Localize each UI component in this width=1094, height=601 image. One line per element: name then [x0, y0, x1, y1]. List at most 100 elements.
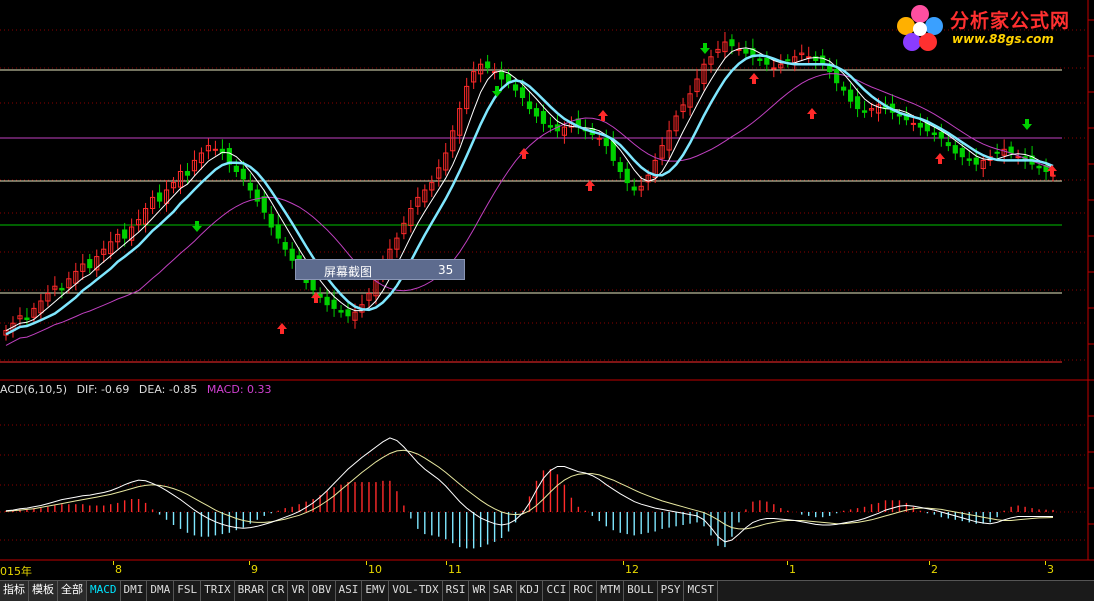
candle-body — [764, 57, 770, 65]
screenshot-tooltip: 屏幕截图 35 — [295, 259, 465, 280]
candle-body — [757, 58, 763, 62]
tab-boll[interactable]: BOLL — [624, 581, 658, 601]
buy-arrow-icon — [807, 108, 817, 119]
tab-kdj[interactable]: KDJ — [517, 581, 544, 601]
candle-body — [485, 61, 491, 69]
x-tick — [929, 561, 930, 565]
tab-sar[interactable]: SAR — [490, 581, 517, 601]
candle-body — [275, 224, 281, 239]
candle-body — [156, 192, 163, 202]
tab-cr[interactable]: CR — [268, 581, 289, 601]
macd-value: MACD: 0.33 — [206, 383, 272, 396]
candle-body — [519, 87, 526, 98]
tab-roc[interactable]: ROC — [570, 581, 598, 601]
candle-body — [1008, 146, 1014, 154]
chart-stage: 分析家公式网 www.88gs.com 屏幕截图 35 ACD(6,10,5) … — [0, 0, 1094, 601]
tab-template[interactable]: 模板 — [29, 581, 58, 601]
site-logo: 分析家公式网 www.88gs.com — [892, 2, 1092, 54]
candle-body — [771, 67, 777, 70]
candle-body — [917, 122, 923, 128]
tab-psy[interactable]: PSY — [658, 581, 685, 601]
x-tick-label: 10 — [368, 563, 382, 576]
tab-dma[interactable]: DMA — [147, 581, 175, 601]
candle-body — [743, 48, 749, 54]
tab-emv[interactable]: EMV — [362, 581, 390, 601]
candle-body — [596, 137, 602, 140]
tab-cci[interactable]: CCI — [543, 581, 571, 601]
tab-asi[interactable]: ASI — [336, 581, 363, 601]
x-tick-label: 12 — [625, 563, 639, 576]
candle-body — [785, 59, 791, 62]
ma-fast-line — [5, 47, 1054, 332]
x-tick — [366, 561, 367, 565]
tab-fsl[interactable]: FSL — [174, 581, 202, 601]
candle-body — [59, 287, 65, 291]
macd-dif: DIF: -0.69 — [76, 383, 130, 396]
x-tick-label: 11 — [448, 563, 462, 576]
tab-mtm[interactable]: MTM — [597, 581, 625, 601]
tooltip-value: 35 — [438, 263, 454, 277]
candle-body — [498, 71, 505, 80]
candle-body — [966, 158, 972, 161]
candle-body — [945, 142, 951, 147]
dea-line — [5, 449, 1054, 530]
candle-body — [247, 182, 253, 191]
macd-header: ACD(6,10,5) DIF: -0.69 DEA: -0.85 MACD: … — [0, 383, 278, 396]
tab-wr[interactable]: WR — [469, 581, 490, 601]
candle-body — [931, 132, 937, 136]
x-tick-label: 9 — [251, 563, 258, 576]
candle-body — [289, 248, 295, 261]
candle-body — [624, 168, 630, 184]
candle-body — [512, 84, 519, 91]
candle-body — [896, 114, 903, 117]
buy-arrow-icon — [935, 153, 945, 164]
candle-body — [861, 110, 868, 113]
candle-body — [526, 101, 533, 110]
x-tick-label: 1 — [789, 563, 796, 576]
candle-body — [240, 168, 246, 180]
tab-all[interactable]: 全部 — [58, 581, 87, 601]
x-tick — [1045, 561, 1046, 565]
sell-arrow-icon — [700, 43, 710, 54]
sell-arrow-icon — [192, 221, 202, 232]
indicator-tab-bar: 指标 模板 全部 MACD DMI DMA FSL TRIX BRAR CR VR OBV ASI EMV… — [0, 580, 1094, 601]
candle-body — [540, 111, 547, 124]
tab-macd[interactable]: MACD — [87, 581, 121, 601]
tab-mcst[interactable]: MCST — [684, 581, 718, 601]
tab-trix[interactable]: TRIX — [201, 581, 235, 601]
tab-dmi[interactable]: DMI — [121, 581, 148, 601]
candle-body — [87, 259, 93, 269]
buy-arrow-icon — [311, 292, 321, 303]
x-tick-label: 2 — [931, 563, 938, 576]
candle-body — [848, 89, 854, 102]
candle-body — [345, 309, 351, 317]
candle-body — [841, 86, 847, 91]
tab-brar[interactable]: BRAR — [235, 581, 269, 601]
sell-arrow-icon — [492, 86, 502, 97]
flower-logo-icon — [897, 5, 943, 51]
candle-body — [952, 145, 958, 154]
tab-obv[interactable]: OBV — [309, 581, 336, 601]
tab-vol-tdx[interactable]: VOL-TDX — [389, 581, 443, 601]
logo-name: 分析家公式网 — [950, 10, 1071, 32]
candle-body — [959, 148, 965, 158]
x-tick — [249, 561, 250, 565]
candle-body — [827, 65, 833, 73]
tab-vr[interactable]: VR — [288, 581, 309, 601]
tab-indicator[interactable]: 指标 — [0, 581, 29, 601]
candle-body — [631, 186, 637, 191]
logo-url[interactable]: www.88gs.com — [952, 32, 1054, 46]
buy-arrow-icon — [749, 73, 759, 84]
x-tick — [113, 561, 114, 565]
tooltip-label: 屏幕截图 — [324, 265, 373, 279]
candle-body — [324, 296, 330, 306]
buy-arrow-icon — [277, 323, 287, 334]
x-tick-label: 8 — [115, 563, 122, 576]
tab-rsi[interactable]: RSI — [443, 581, 470, 601]
candle-body — [24, 317, 30, 320]
candle-body — [854, 96, 861, 110]
x-tick — [787, 561, 788, 565]
candle-body — [994, 151, 1000, 154]
x-tick-label: 3 — [1047, 563, 1054, 576]
sell-arrow-icon — [1022, 119, 1032, 130]
